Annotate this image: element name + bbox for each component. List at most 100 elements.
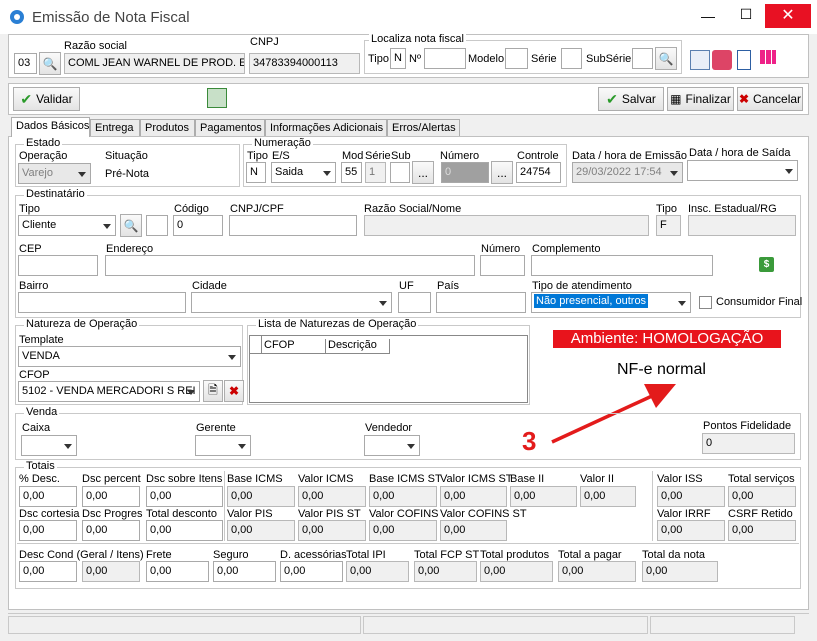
bairro-input[interactable] xyxy=(18,292,186,313)
x-icon: ✖ xyxy=(738,92,750,106)
totais-row3-field-9: 0,00 xyxy=(642,561,718,582)
uf-input[interactable] xyxy=(398,292,431,313)
controle-input[interactable]: 24754 xyxy=(516,162,561,183)
loc-modelo-label: Modelo xyxy=(468,53,505,65)
vendedor-select[interactable] xyxy=(364,435,420,456)
atendimento-select[interactable]: Não presencial, outros xyxy=(531,292,691,313)
totais-row1-field-5: 0,00 xyxy=(369,486,437,507)
finalizar-label: Finalizar xyxy=(685,92,731,106)
tab-erros[interactable]: Erros/Alertas xyxy=(387,119,460,137)
loc-subserie-input[interactable] xyxy=(632,48,653,69)
totais-row1-field-10: 0,00 xyxy=(728,486,796,507)
razao-social-field: COML JEAN WARNEL DE PROD. ESP. xyxy=(64,53,245,74)
loc-modelo-input[interactable] xyxy=(505,48,528,69)
totais-divider xyxy=(17,543,799,544)
totais-row1-field-2[interactable]: 0,00 xyxy=(146,486,223,507)
es-select[interactable]: Saida xyxy=(271,162,336,183)
uf-label: UF xyxy=(399,280,414,292)
dest-razao-field xyxy=(364,215,649,236)
totais-title: Totais xyxy=(24,460,57,472)
document-icon[interactable] xyxy=(737,50,751,70)
dest-cnpj-input[interactable] xyxy=(229,215,357,236)
totais-row1-field-1[interactable]: 0,00 xyxy=(82,486,140,507)
operacao-select[interactable]: Varejo xyxy=(18,163,91,184)
totais-row1-field-6: 0,00 xyxy=(440,486,507,507)
cfop-document-button[interactable]: 🗎 xyxy=(203,380,223,402)
emissao-label: Data / hora de Emissão xyxy=(572,150,687,162)
loc-tipo-input[interactable]: N xyxy=(390,48,406,69)
totais-row1-field-0[interactable]: 0,00 xyxy=(19,486,77,507)
template-select[interactable]: VENDA xyxy=(18,346,241,367)
table-header: CFOP Descrição xyxy=(250,336,390,354)
grid-icon[interactable] xyxy=(760,50,776,64)
money-icon[interactable]: $ xyxy=(759,257,774,272)
pais-input[interactable] xyxy=(436,292,526,313)
totais-row2-label-8: CSRF Retido xyxy=(728,508,793,520)
gerente-select[interactable] xyxy=(195,435,251,456)
maximize-button[interactable]: ☐ xyxy=(738,6,754,23)
numero-dots-button[interactable]: ... xyxy=(491,161,513,184)
totais-row1-label-7: Base II xyxy=(510,473,545,485)
doc-list-icon[interactable] xyxy=(690,50,710,70)
search-icon: 🔍 xyxy=(42,56,58,71)
printer-icon[interactable] xyxy=(712,50,732,70)
localiza-search-button[interactable]: 🔍 xyxy=(655,47,677,70)
finalizar-button[interactable]: ▦ Finalizar xyxy=(667,87,734,111)
totais-row1-label-3: Base ICMS xyxy=(227,473,283,485)
codigo-input[interactable]: 0 xyxy=(173,215,223,236)
totais-row3-field-3[interactable]: 0,00 xyxy=(213,561,276,582)
consumidor-checkbox[interactable] xyxy=(699,296,712,309)
saida-datetime[interactable] xyxy=(687,160,798,181)
dest-aux-input[interactable] xyxy=(146,215,168,236)
cidade-select[interactable] xyxy=(191,292,392,313)
controle-label: Controle xyxy=(517,150,559,162)
minimize-button[interactable]: — xyxy=(700,8,716,24)
tab-produtos[interactable]: Produtos xyxy=(140,119,195,137)
tab-dados-basicos[interactable]: Dados Básicos xyxy=(11,117,90,137)
endereco-input[interactable] xyxy=(105,255,475,276)
tab-entrega[interactable]: Entrega xyxy=(90,119,140,137)
operacao-label: Operação xyxy=(19,150,68,162)
col-cfop[interactable]: CFOP xyxy=(264,339,326,354)
endereco-label: Endereço xyxy=(106,243,154,255)
cancelar-button[interactable]: ✖ Cancelar xyxy=(737,87,803,111)
loc-numero-input[interactable] xyxy=(424,48,466,69)
complemento-input[interactable] xyxy=(531,255,713,276)
tab-pagamentos[interactable]: Pagamentos xyxy=(195,119,265,137)
validar-button[interactable]: ✔ Validar xyxy=(13,87,80,111)
totais-row3-field-4[interactable]: 0,00 xyxy=(280,561,343,582)
totais-row3-field-0[interactable]: 0,00 xyxy=(19,561,77,582)
company-code-input[interactable]: 03 xyxy=(14,53,37,74)
numero-input[interactable]: 0 xyxy=(441,162,489,183)
totais-row2-field-0[interactable]: 0,00 xyxy=(19,520,77,541)
search-company-button[interactable]: 🔍 xyxy=(39,52,61,75)
close-button[interactable]: ✕ xyxy=(765,4,811,28)
totais-row2-field-1[interactable]: 0,00 xyxy=(82,520,140,541)
vendedor-label: Vendedor xyxy=(365,422,413,434)
tab-informacoes[interactable]: Informações Adicionais xyxy=(265,119,387,137)
sub-input[interactable] xyxy=(390,162,410,183)
emissao-datetime[interactable]: 29/03/2022 17:54 xyxy=(572,162,683,183)
sub-dots-button[interactable]: ... xyxy=(412,161,434,184)
cfop-select[interactable]: 5102 - VENDA MERCADORI S REI xyxy=(18,381,200,402)
col-descricao[interactable]: Descrição xyxy=(328,339,390,354)
naturezas-table[interactable]: CFOP Descrição xyxy=(249,335,528,403)
truck-icon[interactable] xyxy=(207,88,227,108)
dest-numero-input[interactable] xyxy=(480,255,525,276)
cfop-delete-button[interactable]: ✖ xyxy=(224,380,244,402)
totais-row3-field-2[interactable]: 0,00 xyxy=(146,561,209,582)
num-tipo-input[interactable]: N xyxy=(246,162,266,183)
localiza-title: Localiza nota fiscal xyxy=(369,33,466,45)
cep-input[interactable] xyxy=(18,255,98,276)
totais-row2-field-2[interactable]: 0,00 xyxy=(146,520,223,541)
totais-row3-label-9: Total da nota xyxy=(642,549,705,561)
loc-serie-input[interactable] xyxy=(561,48,582,69)
mod-input[interactable]: 55 xyxy=(341,162,362,183)
totais-row1-field-4: 0,00 xyxy=(298,486,366,507)
caixa-select[interactable] xyxy=(21,435,77,456)
totais-row2-label-1: Dsc Progres xyxy=(82,508,143,520)
salvar-button[interactable]: ✔ Salvar xyxy=(598,87,664,111)
cep-label: CEP xyxy=(19,243,42,255)
dest-search-button[interactable]: 🔍 xyxy=(120,214,142,237)
dest-tipo-select[interactable]: Cliente xyxy=(18,215,116,236)
